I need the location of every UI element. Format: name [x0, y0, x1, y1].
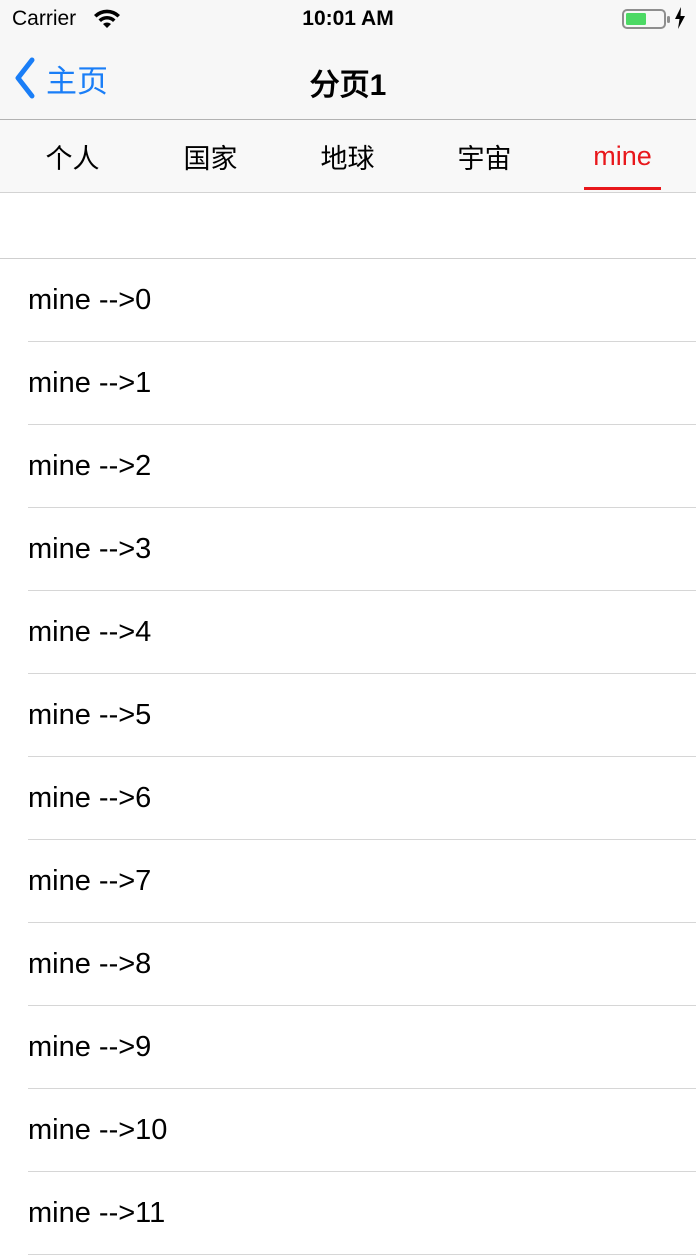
content-list[interactable]: mine -->0 mine -->1 mine -->2 mine -->3 … [0, 193, 696, 1255]
page-title: 分页1 [309, 69, 387, 102]
tab-diqiu[interactable]: 地球 [279, 120, 416, 192]
list-item[interactable]: mine -->0 [0, 259, 696, 342]
tab-guojia[interactable]: 国家 [142, 120, 279, 192]
list-header-spacer [0, 193, 696, 259]
list-item[interactable]: mine -->4 [0, 591, 696, 674]
list-item[interactable]: mine -->8 [0, 923, 696, 1006]
list-item[interactable]: mine -->2 [0, 425, 696, 508]
active-tab-indicator [584, 187, 661, 190]
list-item[interactable]: mine -->7 [0, 840, 696, 923]
list-item[interactable]: mine -->1 [0, 342, 696, 425]
list-item[interactable]: mine -->6 [0, 757, 696, 840]
battery-charging-icon [622, 9, 670, 29]
tab-geren[interactable]: 个人 [4, 120, 141, 192]
list-item[interactable]: mine -->3 [0, 508, 696, 591]
charging-bolt-icon [675, 7, 685, 29]
status-time: 10:01 AM [302, 7, 394, 30]
segment-tab-bar: 个人 国家 地球 宇宙 mine [0, 120, 696, 193]
status-bar: Carrier 10:01 AM [0, 0, 696, 40]
navigation-bar: 主页 分页1 [0, 40, 696, 120]
list-item[interactable]: mine -->11 [0, 1172, 696, 1255]
list-item[interactable]: mine -->9 [0, 1006, 696, 1089]
tab-mine[interactable]: mine [554, 120, 691, 192]
list-item[interactable]: mine -->5 [0, 674, 696, 757]
tab-yuzhou[interactable]: 宇宙 [416, 120, 553, 192]
list-item[interactable]: mine -->10 [0, 1089, 696, 1172]
